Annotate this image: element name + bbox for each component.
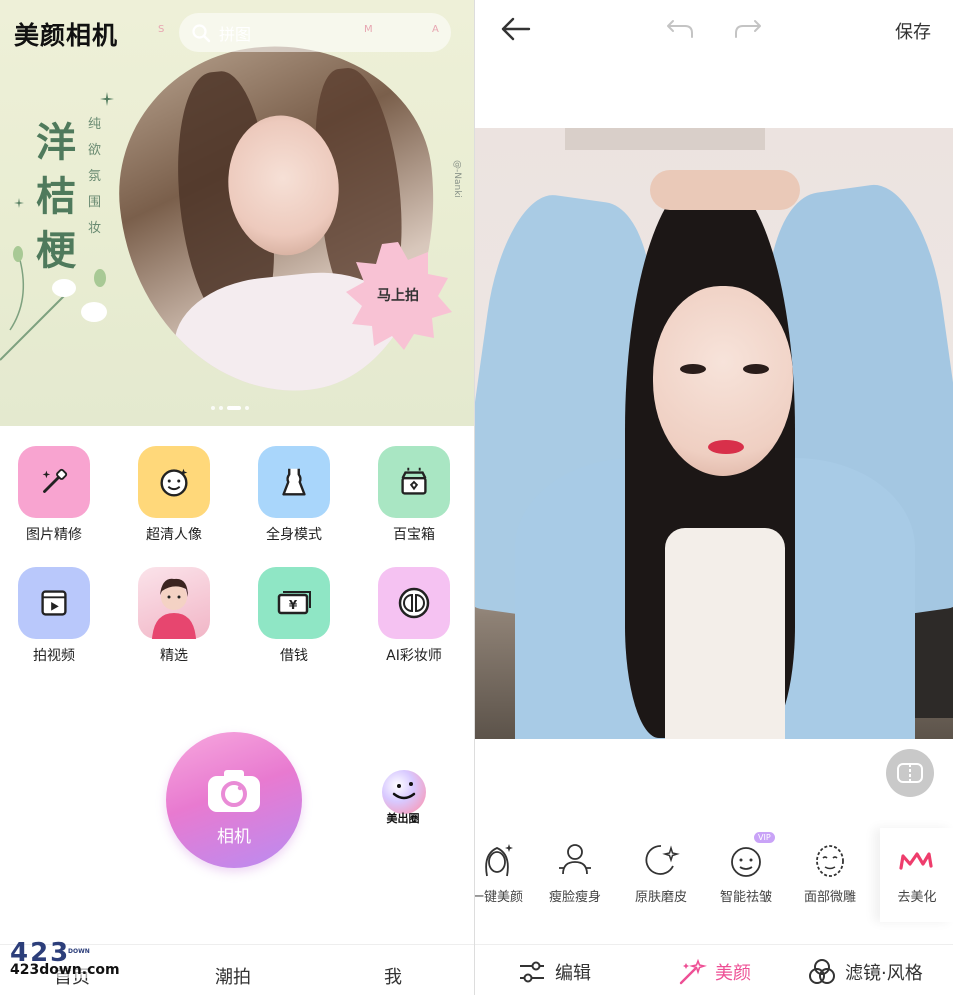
feature-label: AI彩妆师 (386, 648, 442, 664)
dress-icon (258, 446, 330, 518)
home-screen: 美颜相机 拼图 S M A 洋 桔 梗 纯 欲 氛 围 妆 @-Nanki 马上… (0, 0, 474, 995)
sparkle-icon (100, 92, 114, 106)
tool-label: 瘦脸瘦身 (548, 890, 601, 905)
edited-photo[interactable] (475, 128, 953, 739)
redo-icon[interactable] (733, 18, 763, 40)
sparkle-icon (14, 198, 24, 208)
promo-banner[interactable]: 美颜相机 拼图 S M A 洋 桔 梗 纯 欲 氛 围 妆 @-Nanki 马上… (0, 0, 474, 426)
money-icon: ¥ (258, 567, 330, 639)
feature-ai-makeup[interactable]: AI彩妆师 (378, 567, 450, 665)
back-arrow-icon[interactable] (499, 16, 531, 42)
feature-label: 精选 (160, 648, 188, 664)
feature-photo-retouch[interactable]: 图片精修 (18, 446, 90, 544)
feature-featured[interactable]: 精选 (138, 567, 210, 665)
camera-label: 相机 (217, 827, 251, 847)
svg-text:¥: ¥ (289, 598, 298, 612)
tab-filter-style[interactable]: 滤镜·风格 (807, 957, 923, 987)
tool-label: 一键美颜 (474, 890, 523, 905)
tab-trendy-shoot[interactable]: 潮拍 (215, 963, 251, 989)
feature-label: 拍视频 (33, 648, 75, 664)
face-icon (138, 446, 210, 518)
banner-title-char: 洋 (36, 119, 76, 166)
tool-face-sculpt[interactable]: 面部微雕 (790, 840, 870, 905)
feature-full-body[interactable]: 全身模式 (258, 446, 330, 544)
search-icon (192, 23, 211, 42)
tab-label: 美颜 (715, 963, 751, 984)
banner-credit: @-Nanki (452, 160, 462, 198)
app-title: 美颜相机 (14, 21, 119, 50)
shoot-now-label[interactable]: 马上拍 (342, 285, 454, 305)
tool-label: 去美化 (897, 890, 937, 905)
skin-smooth-icon (645, 845, 680, 875)
banner-title-char: 桔 (36, 173, 76, 220)
save-button[interactable]: 保存 (895, 18, 931, 44)
site-watermark: 423 DOWN 423down.com (8, 938, 120, 986)
compare-icon (897, 763, 923, 783)
vip-badge: VIP (754, 832, 775, 843)
undo-icon[interactable] (665, 18, 695, 40)
editor-top-bar: 保存 (475, 0, 953, 60)
tool-label: 智能祛皱 (719, 890, 772, 905)
feature-toolbox[interactable]: 百宝箱 (378, 446, 450, 544)
tab-me[interactable]: 我 (384, 963, 402, 989)
tab-beauty[interactable]: 美颜 (677, 957, 751, 987)
smile-icon (382, 770, 426, 814)
deco-letter: M (364, 24, 373, 35)
meichu-button[interactable]: 美出圈 (378, 770, 428, 828)
deco-letter: A (432, 24, 439, 35)
tool-label: 原肤磨皮 (634, 890, 687, 905)
banner-portrait (104, 30, 454, 408)
camera-button[interactable]: 相机 (166, 732, 302, 868)
flower-decoration-icon (0, 246, 107, 361)
treasure-box-icon (378, 446, 450, 518)
wrinkle-remove-icon (731, 847, 761, 877)
meitu-logo-icon (899, 852, 933, 870)
tool-one-click-beauty[interactable]: 一键美颜 (474, 840, 537, 905)
beauty-editor-screen: 保存 一键美颜 瘦脸瘦身 原肤磨皮 VIP 智能祛皱 面部微雕 去美化 编辑 美… (474, 0, 953, 995)
sliders-icon (520, 961, 544, 983)
feature-label: 借钱 (280, 648, 308, 664)
search-placeholder: 拼图 (219, 24, 252, 44)
search-input[interactable]: 拼图 (179, 13, 451, 52)
magic-wand-icon (18, 446, 90, 518)
filter-icon (809, 959, 835, 984)
tool-remove-beauty[interactable]: 去美化 (880, 840, 953, 905)
camera-icon (208, 770, 260, 812)
compare-button[interactable] (886, 749, 934, 797)
banner-subtitle: 纯 欲 氛 围 妆 (88, 117, 102, 236)
one-click-beauty-icon (485, 844, 513, 877)
tab-label: 编辑 (555, 963, 591, 984)
tool-wrinkle-remove[interactable]: VIP 智能祛皱 (706, 832, 786, 905)
editor-tab-bar: 编辑 美颜 滤镜·风格 (475, 944, 953, 995)
watermark-down: DOWN (68, 948, 90, 955)
tab-edit[interactable]: 编辑 (517, 957, 591, 987)
meichu-label: 美出圈 (386, 812, 420, 825)
face-sculpt-icon (816, 845, 844, 877)
tool-slim-face[interactable]: 瘦脸瘦身 (535, 840, 615, 905)
slim-face-icon (559, 844, 591, 875)
tool-skin-smooth[interactable]: 原肤磨皮 (621, 840, 701, 905)
magic-wand-icon (679, 958, 707, 985)
feature-hd-portrait[interactable]: 超清人像 (138, 446, 210, 544)
feature-label: 百宝箱 (393, 527, 435, 543)
featured-photo-icon (138, 567, 210, 639)
feature-label: 全身模式 (266, 527, 322, 543)
carousel-indicator (211, 406, 249, 410)
watermark-site: 423down.com (10, 962, 120, 978)
feature-loan[interactable]: ¥ 借钱 (258, 567, 330, 665)
feature-label: 图片精修 (26, 527, 82, 543)
feature-label: 超清人像 (146, 527, 202, 543)
deco-letter: S (158, 24, 165, 35)
feature-video[interactable]: 拍视频 (18, 567, 90, 665)
makeup-icon (378, 567, 450, 639)
video-icon (18, 567, 90, 639)
tab-label: 滤镜·风格 (845, 963, 923, 984)
tool-label: 面部微雕 (803, 890, 856, 905)
